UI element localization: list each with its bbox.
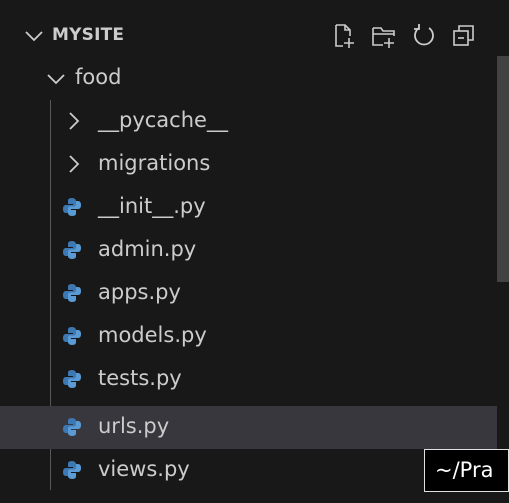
file-label: views.py	[98, 457, 190, 481]
folder-label: food	[75, 65, 122, 89]
file-label: models.py	[98, 323, 207, 347]
panel-bottom	[0, 492, 509, 503]
chevron-right-icon	[69, 112, 80, 130]
file-tests-py[interactable]: tests.py	[0, 358, 497, 401]
file-label: apps.py	[98, 280, 181, 304]
python-file-icon	[63, 241, 81, 259]
tooltip-text: ~/Pra	[435, 458, 494, 482]
folder-food[interactable]: food	[0, 57, 497, 100]
file-apps-py[interactable]: apps.py	[0, 272, 497, 315]
file-admin-py[interactable]: admin.py	[0, 229, 497, 272]
file-label: tests.py	[98, 366, 182, 390]
refresh-icon[interactable]	[410, 22, 438, 50]
path-tooltip: ~/Pra	[424, 449, 509, 492]
python-file-icon	[63, 198, 81, 216]
collapse-all-icon[interactable]	[450, 22, 478, 50]
file-label: __init__.py	[98, 194, 206, 218]
section-title: MYSITE	[52, 25, 125, 45]
file-models-py[interactable]: models.py	[0, 315, 497, 358]
file-views-py[interactable]: views.py	[0, 449, 497, 492]
new-file-icon[interactable]	[330, 22, 358, 50]
python-file-icon	[63, 418, 81, 436]
chevron-down-icon[interactable]	[22, 24, 46, 48]
file-label: urls.py	[98, 414, 170, 438]
scrollbar-thumb[interactable]	[497, 56, 509, 282]
chevron-right-icon	[69, 155, 80, 173]
file-urls-py[interactable]: urls.py	[0, 406, 497, 449]
file-init-py[interactable]: __init__.py	[0, 186, 497, 229]
python-file-icon	[63, 461, 81, 479]
python-file-icon	[63, 370, 81, 388]
python-file-icon	[63, 284, 81, 302]
file-explorer: MYSITE food __pycache__ migrations __ini…	[0, 0, 509, 503]
chevron-down-icon	[47, 74, 65, 85]
explorer-section-header[interactable]: MYSITE	[0, 16, 509, 56]
file-label: admin.py	[98, 237, 197, 261]
folder-label: __pycache__	[98, 108, 228, 132]
folder-label: migrations	[98, 151, 211, 175]
python-file-icon	[63, 327, 81, 345]
folder-pycache[interactable]: __pycache__	[0, 100, 497, 143]
folder-migrations[interactable]: migrations	[0, 143, 497, 186]
new-folder-icon[interactable]	[370, 22, 398, 50]
